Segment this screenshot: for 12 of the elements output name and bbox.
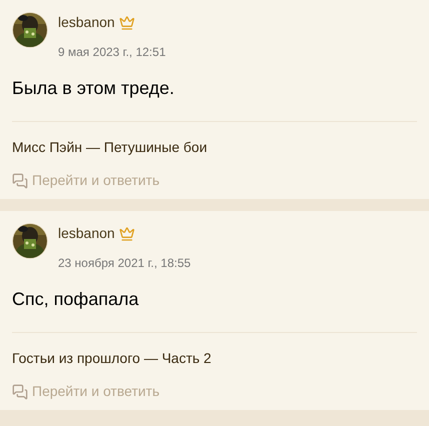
post-message: Спс, пофапала (12, 289, 139, 309)
topic-link[interactable]: Мисс Пэйн — Петушиные бои (12, 139, 208, 155)
username[interactable]: lesbanon (58, 12, 115, 33)
chat-icon (12, 172, 28, 188)
chat-icon (12, 384, 28, 400)
post-message: Была в этом треде. (12, 78, 174, 98)
crown-icon (118, 14, 135, 30)
post-date: 23 ноября 2021 г., 18:55 (58, 255, 191, 272)
post-date: 9 мая 2023 г., 12:51 (58, 44, 166, 61)
crown-icon (118, 226, 135, 242)
topic-link[interactable]: Гостьи из прошлого — Часть 2 (12, 350, 212, 366)
username[interactable]: lesbanon (58, 223, 115, 244)
